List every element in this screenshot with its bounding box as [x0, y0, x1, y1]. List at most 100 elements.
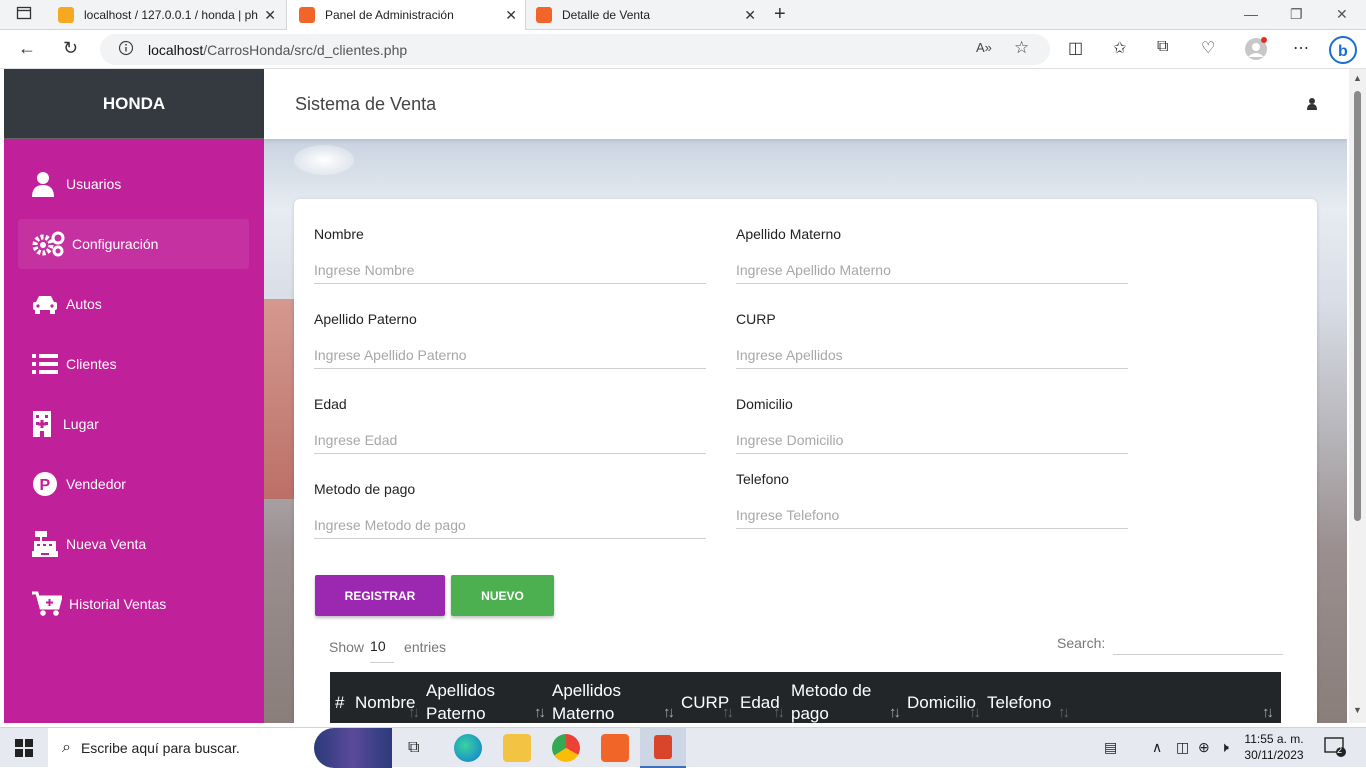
user-menu-icon[interactable]: [1307, 97, 1317, 115]
favorite-star-icon[interactable]: ☆: [1014, 38, 1029, 58]
page-scrollbar[interactable]: ▲ ▼: [1349, 69, 1366, 723]
background-light: [294, 145, 354, 175]
close-window-icon[interactable]: ✕: [1336, 6, 1348, 23]
back-icon[interactable]: ←: [18, 38, 36, 59]
active-app-taskbar-button[interactable]: [640, 728, 686, 768]
sidebar-item-clientes[interactable]: Clientes: [18, 339, 249, 389]
telefono-input[interactable]: [736, 507, 1128, 529]
tab-actions-icon[interactable]: [16, 5, 32, 24]
split-screen-icon[interactable]: ◫: [1068, 38, 1083, 58]
close-tab-icon[interactable]: ✕: [264, 7, 276, 24]
curp-input[interactable]: [736, 347, 1128, 369]
notifications-icon[interactable]: 2: [1324, 737, 1346, 757]
column-header-metodo-pago[interactable]: Metodo de pago ↑↓: [786, 672, 902, 723]
tab-detalle-venta[interactable]: Detalle de Venta ✕: [526, 0, 764, 30]
apellido-paterno-input[interactable]: [314, 347, 706, 369]
task-view-icon[interactable]: ⧉: [408, 739, 419, 757]
taskbar-clock[interactable]: 11:55 a. m. 30/11/2023: [1238, 731, 1310, 763]
page-title: Sistema de Venta: [295, 94, 437, 114]
apellido-materno-input[interactable]: [736, 262, 1128, 284]
browser-tab-bar: localhost / 127.0.0.1 / honda | ph ✕ Pan…: [0, 0, 1366, 30]
search-input[interactable]: [1113, 631, 1284, 655]
restore-icon[interactable]: ❐: [1290, 6, 1303, 23]
entries-label: entries: [404, 638, 447, 655]
address-bar-row: ← ↻ localhost/CarrosHonda/src/d_clientes…: [0, 30, 1366, 69]
scroll-down-icon[interactable]: ▼: [1353, 705, 1362, 715]
show-label: Show: [329, 638, 365, 655]
show-hidden-icons-icon[interactable]: ∧: [1152, 739, 1162, 756]
nombre-label: Nombre: [314, 226, 364, 242]
sidebar-item-usuarios[interactable]: Usuarios: [18, 159, 249, 209]
sort-icon: ↑↓: [534, 704, 546, 721]
more-options-icon[interactable]: ⋯: [1293, 38, 1309, 58]
xampp-icon: [536, 7, 552, 23]
edad-input[interactable]: [314, 432, 706, 454]
edge-taskbar-icon[interactable]: [454, 734, 482, 762]
sort-icon: ↑↓: [408, 704, 420, 721]
sidebar-item-autos[interactable]: Autos: [18, 279, 249, 329]
tab-panel-admin[interactable]: Panel de Administración ✕: [286, 0, 526, 30]
curp-label: CURP: [736, 311, 776, 327]
sidebar-item-label: Clientes: [66, 356, 117, 372]
search-highlight-image: [314, 728, 392, 768]
cart-plus-icon: [32, 591, 69, 617]
chrome-taskbar-icon[interactable]: [552, 734, 580, 762]
file-explorer-icon[interactable]: [503, 734, 531, 762]
favorites-icon[interactable]: ✩: [1113, 38, 1126, 58]
volume-muted-icon[interactable]: 🕨: [1220, 739, 1229, 756]
entries-select[interactable]: 10: [370, 630, 395, 663]
minimize-icon[interactable]: —: [1244, 6, 1258, 22]
bing-copilot-icon[interactable]: b: [1328, 35, 1358, 70]
column-label: Apellidos Materno: [552, 681, 621, 723]
column-header-domicilio[interactable]: Domicilio ↑↓: [902, 672, 982, 723]
read-aloud-icon[interactable]: A»: [976, 40, 992, 55]
field-domicilio: Domicilio: [736, 396, 1128, 454]
meet-now-icon[interactable]: ◫: [1176, 739, 1189, 756]
performance-icon[interactable]: ♡: [1201, 38, 1215, 58]
user-icon: [32, 171, 66, 197]
collections-icon[interactable]: ⧉: [1157, 38, 1168, 56]
profile-avatar[interactable]: [1244, 37, 1268, 66]
sidebar-item-historial-ventas[interactable]: Historial Ventas: [18, 579, 249, 629]
sidebar-item-lugar[interactable]: Lugar: [18, 399, 249, 449]
tab-phpmyadmin[interactable]: localhost / 127.0.0.1 / honda | ph ✕: [50, 0, 284, 30]
metodo-pago-input[interactable]: [314, 517, 706, 539]
column-header-telefono[interactable]: Telefono ↑↓: [982, 672, 1071, 723]
new-tab-icon[interactable]: +: [774, 3, 786, 26]
network-icon[interactable]: ⊕: [1198, 739, 1210, 756]
column-header-actions[interactable]: ↑↓: [1071, 672, 1281, 723]
sidebar-item-label: Autos: [66, 296, 102, 312]
windows-start-icon[interactable]: [15, 739, 33, 762]
nombre-input[interactable]: [314, 262, 706, 284]
register-button[interactable]: REGISTRAR: [315, 575, 445, 616]
scrollbar-thumb[interactable]: [1354, 91, 1361, 521]
info-icon[interactable]: [118, 40, 134, 59]
close-tab-icon[interactable]: ✕: [744, 7, 756, 24]
sidebar-item-label: Nueva Venta: [66, 536, 147, 552]
taskbar-search-box[interactable]: ⌕ Escribe aquí para buscar.: [48, 728, 392, 768]
scroll-up-icon[interactable]: ▲: [1353, 73, 1362, 83]
close-tab-icon[interactable]: ✕: [505, 7, 517, 24]
tab-title: Detalle de Venta: [562, 8, 651, 22]
column-header-apellidos-paterno[interactable]: Apellidos Paterno ↑↓: [421, 672, 547, 723]
column-header-curp[interactable]: CURP ↑↓: [676, 672, 735, 723]
news-widget-icon[interactable]: ▤: [1104, 739, 1117, 756]
field-telefono: Telefono: [736, 471, 1128, 529]
brand-logo[interactable]: HONDA: [4, 69, 264, 139]
column-header-apellidos-materno[interactable]: Apellidos Materno ↑↓: [547, 672, 676, 723]
sidebar-item-configuracion[interactable]: Configuración: [18, 219, 249, 269]
url-field[interactable]: localhost/CarrosHonda/src/d_clientes.php…: [100, 34, 1050, 65]
cash-register-icon: [32, 531, 66, 557]
svg-text:b: b: [1338, 43, 1348, 60]
column-header-edad[interactable]: Edad ↑↓: [735, 672, 786, 723]
xampp-taskbar-icon[interactable]: [601, 734, 629, 762]
new-button[interactable]: NUEVO: [451, 575, 554, 616]
reload-icon[interactable]: ↻: [63, 38, 78, 59]
column-header-nombre[interactable]: Nombre ↑↓: [350, 672, 421, 723]
domicilio-input[interactable]: [736, 432, 1128, 454]
sidebar-item-vendedor[interactable]: P Vendedor: [18, 459, 249, 509]
sort-icon: ↑↓: [663, 704, 675, 721]
column-header-number[interactable]: #: [330, 672, 350, 723]
sidebar-item-nueva-venta[interactable]: Nueva Venta: [18, 519, 249, 569]
field-edad: Edad: [314, 396, 706, 454]
